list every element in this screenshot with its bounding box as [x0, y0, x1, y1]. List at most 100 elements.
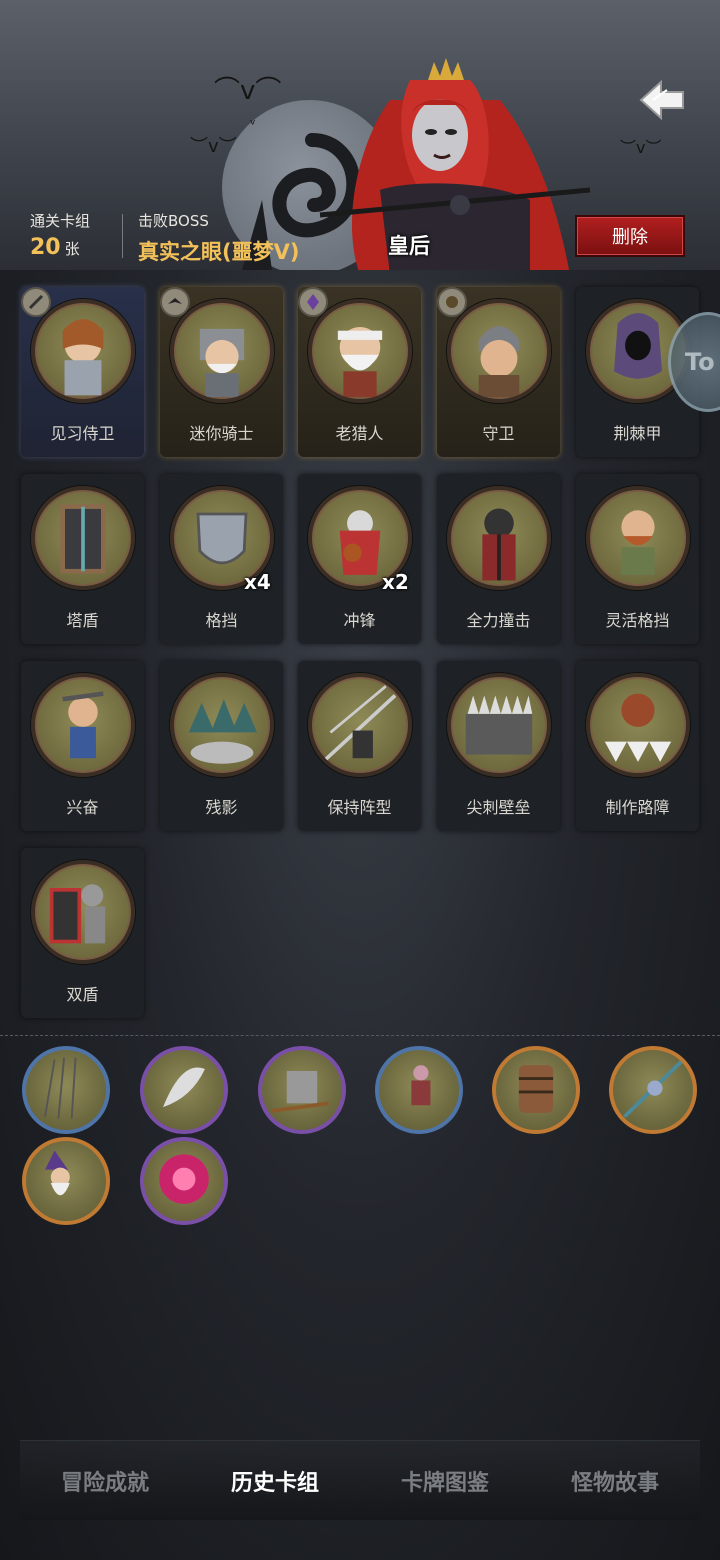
card-art-icon [621, 510, 655, 575]
deck-card[interactable]: 全力撞击 [437, 474, 560, 644]
deck-card[interactable]: 见习侍卫 [21, 287, 144, 457]
bat-icon: ⌒v⌒ [214, 76, 282, 106]
back-button[interactable] [630, 72, 694, 128]
defeat-boss-label: 击败BOSS [138, 212, 209, 230]
bottom-tab-bar: 冒险成就 历史卡组 卡牌图鉴 怪物故事 [20, 1440, 700, 1520]
card-portrait [447, 299, 551, 403]
boss-name: 真实之眼(噩梦V) [138, 240, 300, 264]
arrows-relic-icon[interactable] [22, 1046, 110, 1134]
card-portrait [31, 299, 135, 403]
relic-art-icon [623, 1060, 683, 1119]
card-name: 制作路障 [605, 798, 670, 817]
tab-adventure-achievements[interactable]: 冒险成就 [61, 1465, 149, 1497]
chainmail-relic-icon[interactable] [492, 1046, 580, 1134]
card-name: 双盾 [66, 985, 99, 1004]
card-art-icon [478, 326, 520, 398]
card-name: 冲锋 [343, 611, 376, 630]
crystal-badge-icon [298, 287, 328, 317]
deck-card[interactable]: 守卫 [437, 287, 560, 457]
card-art-icon [62, 691, 104, 759]
deck-card[interactable]: 塔盾 [21, 474, 144, 644]
deck-card[interactable]: 残影 [160, 661, 283, 831]
card-portrait [447, 486, 551, 590]
back-arrow-icon [639, 79, 684, 121]
wizard-relic-icon[interactable] [22, 1137, 110, 1225]
card-multiplier: x2 [382, 570, 409, 594]
card-art-icon [49, 884, 106, 944]
deck-card[interactable]: 兴奋 [21, 661, 144, 831]
deck-card[interactable]: 制作路障 [576, 661, 699, 831]
card-art-icon [60, 504, 106, 574]
queen-portrait [319, 58, 591, 270]
deck-card[interactable]: x2 冲锋 [298, 474, 421, 644]
sun-badge-icon [437, 287, 467, 317]
card-name: 兴奋 [66, 798, 99, 817]
deck-card[interactable]: 迷你骑士 [160, 287, 283, 457]
card-portrait [170, 299, 274, 403]
card-name: 残影 [205, 798, 238, 817]
info-divider [122, 214, 123, 258]
card-art-icon [199, 328, 245, 398]
clear-deck-info: 通关卡组 20 张 [30, 210, 90, 260]
deck-count-value: 20 [30, 235, 61, 260]
relic-art-icon [271, 1070, 329, 1113]
card-portrait [447, 673, 551, 777]
deck-card[interactable]: 双盾 [21, 848, 144, 1018]
relic-art-icon [45, 1150, 70, 1196]
card-portrait [31, 860, 135, 964]
card-art-icon [188, 699, 258, 764]
delete-button[interactable]: 删除 [575, 215, 685, 257]
tab-monster-stories[interactable]: 怪物故事 [571, 1465, 659, 1497]
relic-art-icon [518, 1065, 554, 1113]
relic-art-icon [159, 1154, 209, 1204]
card-portrait [586, 486, 690, 590]
deck-card[interactable]: 老猎人 [298, 287, 421, 457]
deck-card[interactable]: 灵活格挡 [576, 474, 699, 644]
clear-deck-label: 通关卡组 [30, 212, 91, 230]
clear-deck-count: 20 张 [30, 235, 90, 260]
relic-art-icon [411, 1065, 431, 1106]
sword-shield-relic-icon[interactable] [258, 1046, 346, 1134]
card-art-icon [465, 695, 533, 755]
card-portrait [586, 673, 690, 777]
bat-icon: ︶v︶ [620, 138, 662, 157]
card-art-icon [62, 319, 104, 396]
card-name: 守卫 [482, 424, 515, 443]
card-name: 老猎人 [335, 424, 384, 443]
card-portrait [308, 299, 412, 403]
card-multiplier: x4 [244, 570, 271, 594]
crow-badge-icon [160, 287, 190, 317]
card-art-icon [337, 327, 383, 398]
bat-icon: ᵛ [250, 117, 256, 133]
relic-art-icon [44, 1057, 77, 1119]
card-art-icon [323, 685, 397, 762]
card-name: 迷你骑士 [189, 424, 254, 443]
character-name: 皇后 [388, 234, 430, 258]
deck-card[interactable]: x4 格挡 [160, 474, 283, 644]
deck-card[interactable]: 尖刺壁垒 [437, 661, 560, 831]
sword-badge-icon [21, 287, 51, 317]
relic-art-icon [163, 1067, 205, 1108]
bat-icon: ︶v︶ [190, 136, 237, 157]
tab-card-gallery[interactable]: 卡牌图鉴 [401, 1465, 489, 1497]
card-portrait [31, 486, 135, 590]
spear-relic-icon[interactable] [609, 1046, 697, 1134]
deck-count-unit: 张 [64, 240, 80, 258]
explosion-relic-icon[interactable] [140, 1137, 228, 1225]
tab-history-deck[interactable]: 历史卡组 [231, 1465, 319, 1497]
boss-info: 击败BOSS 真实之眼(噩梦V) [138, 210, 299, 266]
card-name: 灵活格挡 [605, 611, 670, 630]
section-divider [0, 1035, 720, 1036]
card-name: 见习侍卫 [50, 424, 115, 443]
feather-relic-icon[interactable] [140, 1046, 228, 1134]
card-name: 格挡 [205, 611, 238, 630]
card-name: 荆棘甲 [613, 424, 662, 443]
card-name: 全力撞击 [466, 611, 531, 630]
card-name: 尖刺壁垒 [466, 798, 531, 817]
boss-header: ⌒v⌒ ︶v︶ ︶v︶ ᵛ 通关卡组 20 张 击败BOSS 真实之眼(噩梦V) … [0, 0, 720, 270]
deck-card[interactable]: 保持阵型 [298, 661, 421, 831]
runner-relic-icon[interactable] [375, 1046, 463, 1134]
card-art-icon [604, 693, 672, 762]
side-button-label: To [685, 348, 715, 376]
card-portrait [170, 673, 274, 777]
